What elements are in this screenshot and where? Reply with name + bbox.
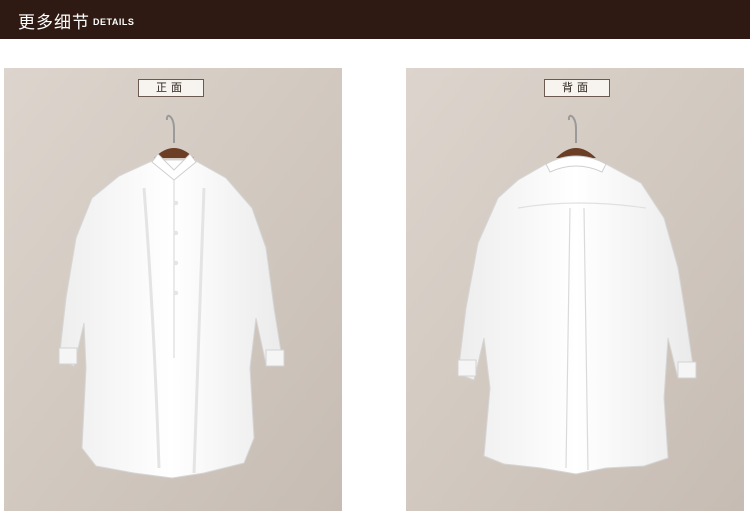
back-view-label: 背面: [544, 79, 610, 97]
back-view-panel: 背面: [406, 68, 744, 511]
front-shirt-photo: [4, 68, 342, 511]
details-header-bar: 更多细节 DETAILS: [0, 0, 750, 39]
back-shirt-photo: [406, 68, 744, 511]
header-title-en: DETAILS: [93, 17, 135, 27]
front-view-label: 正面: [138, 79, 204, 97]
header-title-cn: 更多细节: [18, 13, 90, 33]
front-view-panel: 正面: [4, 68, 342, 511]
